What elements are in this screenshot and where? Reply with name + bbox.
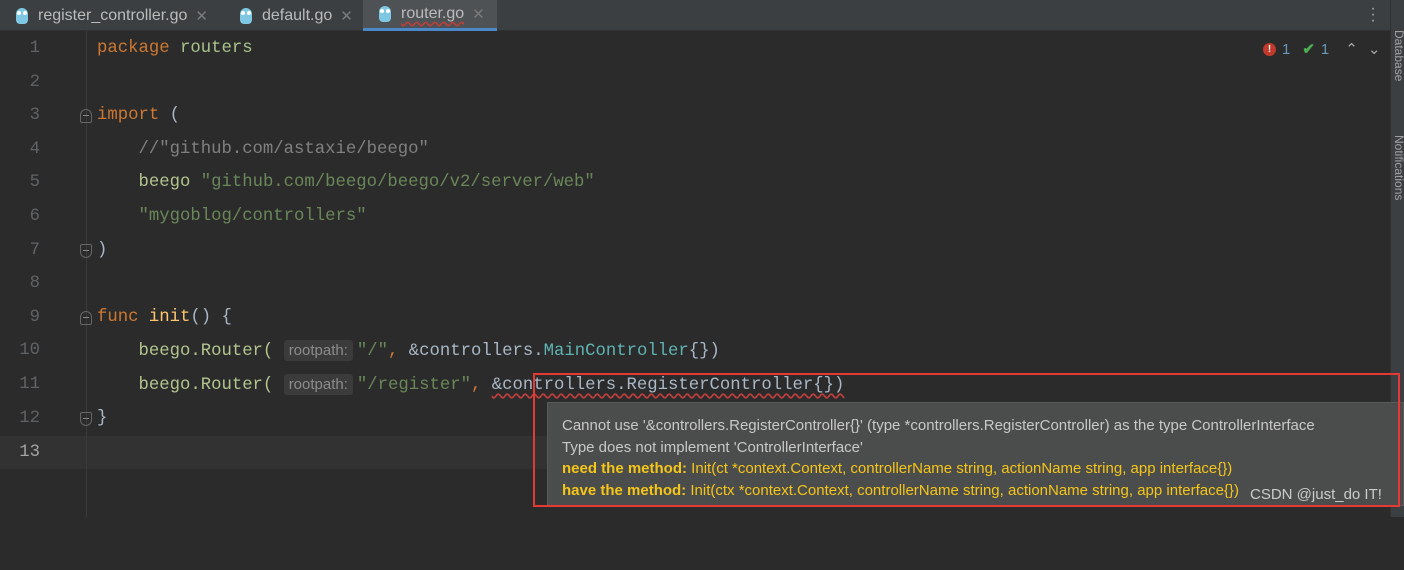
- need-method-label: need the method:: [562, 460, 688, 477]
- go-file-icon: [240, 7, 252, 24]
- string: "github.com/beego/beego/v2/server/web": [200, 173, 595, 192]
- close-icon[interactable]: ✕: [472, 5, 485, 23]
- paren: ): [97, 241, 108, 260]
- fold-icon[interactable]: [80, 109, 92, 123]
- call: beego.Router(: [138, 376, 274, 395]
- function-name: init: [148, 308, 191, 327]
- punctuation: () {: [190, 308, 232, 327]
- tab-router[interactable]: router.go ✕: [363, 0, 497, 31]
- go-file-icon: [379, 6, 391, 22]
- sidebar-item-notifications[interactable]: Notifications: [1392, 135, 1404, 200]
- import-alias: beego: [138, 173, 191, 192]
- tab-label: default.go: [262, 6, 333, 24]
- line-number: 7: [29, 241, 40, 260]
- keyword: package: [97, 39, 170, 58]
- previous-highlight-icon[interactable]: ⌃: [1345, 40, 1358, 58]
- sidebar-item-database[interactable]: Database: [1392, 30, 1404, 81]
- string: "/": [356, 342, 389, 361]
- string: "mygoblog/controllers": [138, 207, 367, 226]
- editor-tab-bar: register_controller.go ✕ default.go ✕ ro…: [0, 0, 1390, 31]
- line-number: 11: [19, 375, 40, 394]
- warning-check-icon: ✔: [1302, 41, 1315, 58]
- line-number: 13: [19, 443, 40, 462]
- go-file-icon: [16, 7, 28, 24]
- line-number: 9: [29, 308, 40, 327]
- parameter-hint: rootpath:: [283, 340, 353, 361]
- error-count: 1: [1282, 40, 1291, 58]
- type-name: MainController: [543, 342, 689, 361]
- tab-default[interactable]: default.go ✕: [224, 0, 364, 31]
- close-icon[interactable]: ✕: [195, 7, 208, 25]
- line-number: 6: [29, 207, 40, 226]
- more-options-icon[interactable]: · · ·: [1370, 1, 1376, 29]
- tab-label: router.go: [401, 5, 465, 22]
- have-method-signature: Init(ctx *context.Context, controllerNam…: [686, 481, 1239, 499]
- punctuation: {}): [688, 342, 720, 361]
- line-number: 4: [29, 140, 40, 159]
- error-icon: !: [1263, 42, 1276, 56]
- next-highlight-icon[interactable]: ⌄: [1368, 40, 1381, 58]
- brace: }: [97, 409, 108, 428]
- warning-count: 1: [1320, 40, 1330, 58]
- need-method-signature: Init(ct *context.Context, controllerName…: [687, 460, 1233, 477]
- inspection-widget[interactable]: ! 1 ✔ 1 ⌃ ⌄: [1263, 40, 1380, 58]
- keyword: func: [97, 308, 139, 327]
- fold-icon[interactable]: [80, 412, 92, 426]
- call: beego.Router(: [138, 342, 274, 361]
- line-number: 12: [19, 409, 40, 428]
- fold-icon[interactable]: [80, 311, 92, 325]
- parameter-hint: rootpath:: [283, 374, 353, 395]
- qualifier: &controllers.: [408, 342, 544, 361]
- comment: //"github.com/astaxie/beego": [138, 140, 429, 159]
- line-number: 3: [29, 106, 40, 125]
- gutter-divider: [86, 31, 87, 517]
- string: "/register": [356, 376, 471, 395]
- fold-icon[interactable]: [80, 244, 92, 258]
- comma: ,: [470, 376, 492, 395]
- tab-label: register_controller.go: [38, 6, 188, 24]
- line-number: 2: [29, 73, 40, 92]
- line-number: 8: [29, 274, 40, 293]
- tab-register-controller[interactable]: register_controller.go ✕: [0, 0, 228, 31]
- line-number: 5: [29, 173, 40, 192]
- have-method-label: have the method:: [562, 481, 687, 499]
- tooltip-message: Cannot use '&controllers.RegisterControl…: [562, 417, 1315, 434]
- keyword: import: [97, 106, 160, 125]
- package-name: routers: [179, 39, 253, 58]
- close-icon[interactable]: ✕: [340, 7, 353, 25]
- tooltip-detail: Type does not implement 'ControllerInter…: [562, 438, 863, 456]
- error-expression[interactable]: &controllers.RegisterController{}): [492, 376, 845, 395]
- line-number: 1: [29, 39, 40, 58]
- watermark: CSDN @just_do IT!: [1250, 486, 1382, 503]
- line-number: 10: [19, 341, 40, 360]
- paren: (: [169, 106, 180, 125]
- comma: ,: [388, 342, 409, 361]
